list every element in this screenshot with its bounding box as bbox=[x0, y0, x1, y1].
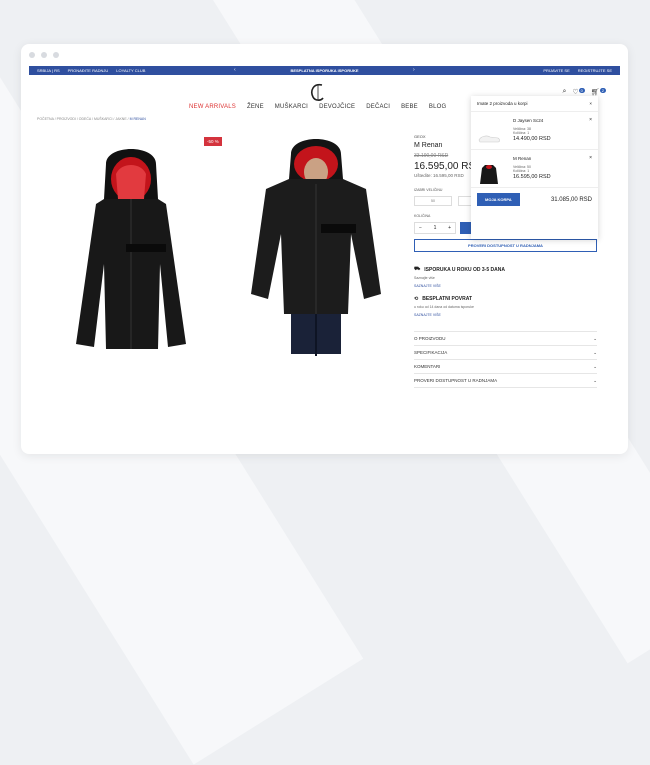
remove-item-icon[interactable]: × bbox=[589, 155, 592, 161]
nav-item-muskarci[interactable]: MUŠKARCI bbox=[275, 104, 308, 110]
accordion-spec[interactable]: SPECIFIKACIJA ⌄ bbox=[414, 345, 597, 359]
chevron-down-icon: ⌄ bbox=[593, 377, 597, 383]
breadcrumb[interactable]: POČETNA / PROIZVODI / ODEĆA / MUŠKARCI /… bbox=[37, 117, 146, 121]
close-icon[interactable]: × bbox=[589, 101, 592, 106]
wishlist-icon[interactable]: ♡ 0 bbox=[572, 88, 585, 96]
learn-more-link[interactable]: SAZNAJTE VIŠE bbox=[414, 284, 597, 288]
nav-item-decaci[interactable]: DEČACI bbox=[366, 104, 390, 110]
cart-item: M Renan Veličina: 50 Količina: 1 16.595,… bbox=[471, 150, 598, 188]
nav-item-devojcice[interactable]: DEVOJČICE bbox=[319, 104, 355, 110]
promo-text: BESPLATNA ISPORUKA ISPORUKE bbox=[290, 68, 359, 73]
login-link[interactable]: PRIJAVITE SE bbox=[543, 68, 569, 73]
mini-cart-title: Imate 2 proizvoda u korpi bbox=[477, 101, 528, 106]
accordion-comments[interactable]: KOMENTARI ⌄ bbox=[414, 359, 597, 373]
header-icons: ⌕ ♡ 0 🛒︎ 2 bbox=[562, 88, 606, 96]
main-navigation: NEW ARRIVALS ŽENE MUŠKARCI DEVOJČICE DEČ… bbox=[189, 104, 446, 110]
window-controls bbox=[29, 52, 59, 58]
nav-item-bebe[interactable]: BEBE bbox=[401, 104, 418, 110]
nav-item-blog[interactable]: BLOG bbox=[429, 104, 446, 110]
product-image-front[interactable] bbox=[66, 144, 196, 359]
chevron-down-icon: ⌄ bbox=[593, 349, 597, 355]
truck-icon: ⛟ bbox=[414, 266, 421, 272]
size-option[interactable]: 50 bbox=[414, 196, 452, 206]
plus-icon[interactable]: + bbox=[448, 225, 451, 231]
delivery-feature: ⛟ ISPORUKA U ROKU OD 3-5 DANA Saznajte vi… bbox=[414, 266, 597, 288]
product-image-model[interactable] bbox=[246, 134, 386, 364]
return-box-icon: ⟲ bbox=[414, 296, 419, 302]
cart-total: 31.085,00 RSD bbox=[550, 196, 592, 203]
cart-item-thumbnail[interactable] bbox=[477, 162, 501, 186]
cart-item: D Jaysen Sc24 Veličina: 38 Količina: 1 1… bbox=[471, 112, 598, 150]
check-availability-button[interactable]: PROVERI DOSTUPNOST U RADNJAMA bbox=[414, 239, 597, 252]
accordion-stores[interactable]: PROVERI DOSTUPNOST U RADNJAMA ⌄ bbox=[414, 373, 597, 388]
nav-item-new-arrivals[interactable]: NEW ARRIVALS bbox=[189, 104, 236, 110]
promo-next-icon[interactable]: › bbox=[413, 67, 415, 73]
nav-item-zene[interactable]: ŽENE bbox=[247, 104, 264, 110]
my-cart-button[interactable]: MOJA KORPA bbox=[477, 193, 520, 206]
chevron-down-icon: ⌄ bbox=[593, 335, 597, 341]
cart-item-thumbnail[interactable] bbox=[477, 124, 501, 148]
chevron-down-icon: ⌄ bbox=[593, 363, 597, 369]
remove-item-icon[interactable]: × bbox=[589, 117, 592, 123]
quantity-stepper[interactable]: − 1 + bbox=[414, 222, 456, 234]
learn-more-link[interactable]: SAZNAJTE VIŠE bbox=[414, 313, 597, 317]
accordion-about[interactable]: O PROIZVODU ⌄ bbox=[414, 331, 597, 345]
discount-badge: -50 % bbox=[204, 137, 222, 146]
accordion: O PROIZVODU ⌄ SPECIFIKACIJA ⌄ KOMENTARI ⌄ P… bbox=[414, 331, 597, 388]
brand-logo[interactable] bbox=[307, 81, 329, 103]
cart-icon[interactable]: 🛒︎ 2 bbox=[591, 88, 606, 96]
quantity-value: 1 bbox=[433, 225, 437, 231]
minus-icon[interactable]: − bbox=[419, 225, 422, 231]
return-feature: ⟲ BESPLATNI POVRAT u roku od 14 dana od d… bbox=[414, 296, 597, 317]
mini-cart-popup: Imate 2 proizvoda u korpi × D Jaysen Sc24… bbox=[471, 96, 598, 239]
search-icon[interactable]: ⌕ bbox=[562, 88, 566, 96]
browser-window: SRBIJA | RS PRONAĐITE RADNJU LOYALTY CLU… bbox=[21, 44, 628, 454]
register-link[interactable]: REGISTRUJTE SE bbox=[578, 68, 612, 73]
top-bar: SRBIJA | RS PRONAĐITE RADNJU LOYALTY CLU… bbox=[29, 66, 620, 75]
